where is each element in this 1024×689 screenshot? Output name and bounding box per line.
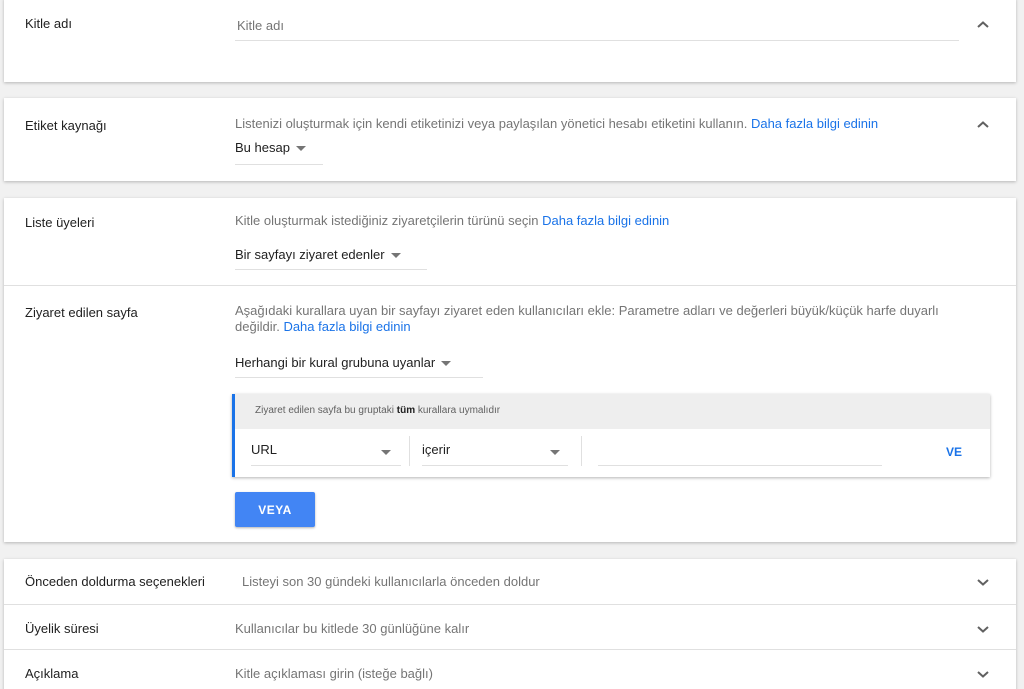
membership-label: Üyelik süresi xyxy=(25,621,99,636)
rule-group-box: Ziyaret edilen sayfa bu gruptaki tüm kur… xyxy=(232,394,990,477)
prefill-summary: Listeyi son 30 gündeki kullanıcılarla ön… xyxy=(242,574,540,589)
membership-summary: Kullanıcılar bu kitlede 30 günlüğüne kal… xyxy=(235,621,470,636)
collapse-chevron-up-icon[interactable] xyxy=(976,20,990,30)
dropdown-arrow-icon xyxy=(381,450,391,455)
rule-divider xyxy=(581,436,582,466)
tag-source-learn-more-link[interactable]: Daha fazla bilgi edinin xyxy=(751,116,878,131)
list-members-label: Liste üyeleri xyxy=(25,215,95,230)
dropdown-arrow-icon xyxy=(390,253,401,259)
description-row[interactable]: Açıklama Kitle açıklaması girin (isteğe … xyxy=(4,650,1016,689)
tag-source-underline xyxy=(235,164,323,165)
rule-group-match-dropdown[interactable]: Herhangi bir kural grubuna uyanlar xyxy=(235,355,452,370)
rule-divider xyxy=(409,436,410,466)
tag-source-description: Listenizi oluşturmak için kendi etiketin… xyxy=(235,116,879,131)
audience-name-input[interactable] xyxy=(235,11,959,41)
list-members-selected: Bir sayfayı ziyaret edenler xyxy=(235,247,385,262)
dropdown-arrow-icon xyxy=(550,450,560,455)
rule-group-match-selected: Herhangi bir kural grubuna uyanlar xyxy=(235,355,436,370)
tag-source-card: Etiket kaynağı Listenizi oluşturmak için… xyxy=(4,98,1016,181)
visited-page-learn-more-link[interactable]: Daha fazla bilgi edinin xyxy=(283,319,410,334)
list-members-underline xyxy=(235,269,427,270)
collapse-chevron-up-icon[interactable] xyxy=(976,120,990,130)
add-and-rule-button[interactable]: VE xyxy=(946,445,962,459)
rule-field-select[interactable]: URL xyxy=(251,442,401,466)
list-definition-card: Liste üyeleri Kitle oluşturmak istediğin… xyxy=(4,198,1016,542)
rule-field-value: URL xyxy=(251,442,278,457)
prefill-row[interactable]: Önceden doldurma seçenekleri Listeyi son… xyxy=(4,559,1016,604)
audience-name-card: Kitle adı xyxy=(4,0,1016,82)
section-divider xyxy=(4,285,1016,286)
collapsed-options-card: Önceden doldurma seçenekleri Listeyi son… xyxy=(4,559,1016,689)
description-label: Açıklama xyxy=(25,666,79,681)
rule-group-match-underline xyxy=(235,377,483,378)
rule-operator-value: içerir xyxy=(422,442,451,457)
rule-group-header: Ziyaret edilen sayfa bu gruptaki tüm kur… xyxy=(235,394,990,429)
dropdown-arrow-icon xyxy=(441,361,452,367)
expand-chevron-down-icon[interactable] xyxy=(976,669,990,679)
expand-chevron-down-icon[interactable] xyxy=(976,624,990,634)
list-members-learn-more-link[interactable]: Daha fazla bilgi edinin xyxy=(542,213,669,228)
tag-source-dropdown[interactable]: Bu hesap xyxy=(235,140,306,155)
visited-page-label: Ziyaret edilen sayfa xyxy=(25,305,138,320)
list-members-dropdown[interactable]: Bir sayfayı ziyaret edenler xyxy=(235,247,401,262)
prefill-label: Önceden doldurma seçenekleri xyxy=(25,574,205,589)
rule-operator-select[interactable]: içerir xyxy=(422,442,568,466)
visited-page-description: Aşağıdaki kurallara uyan bir sayfayı ziy… xyxy=(235,303,939,334)
tag-source-selected: Bu hesap xyxy=(235,140,290,155)
rule-value-input[interactable] xyxy=(598,442,882,466)
audience-name-label: Kitle adı xyxy=(25,16,72,31)
tag-source-label: Etiket kaynağı xyxy=(25,118,107,133)
add-or-group-button[interactable]: VEYA xyxy=(235,492,315,527)
expand-chevron-down-icon[interactable] xyxy=(976,577,990,587)
description-summary: Kitle açıklaması girin (isteğe bağlı) xyxy=(235,666,433,681)
dropdown-arrow-icon xyxy=(295,146,306,152)
membership-row[interactable]: Üyelik süresi Kullanıcılar bu kitlede 30… xyxy=(4,605,1016,649)
list-members-description: Kitle oluşturmak istediğiniz ziyaretçile… xyxy=(235,213,670,228)
